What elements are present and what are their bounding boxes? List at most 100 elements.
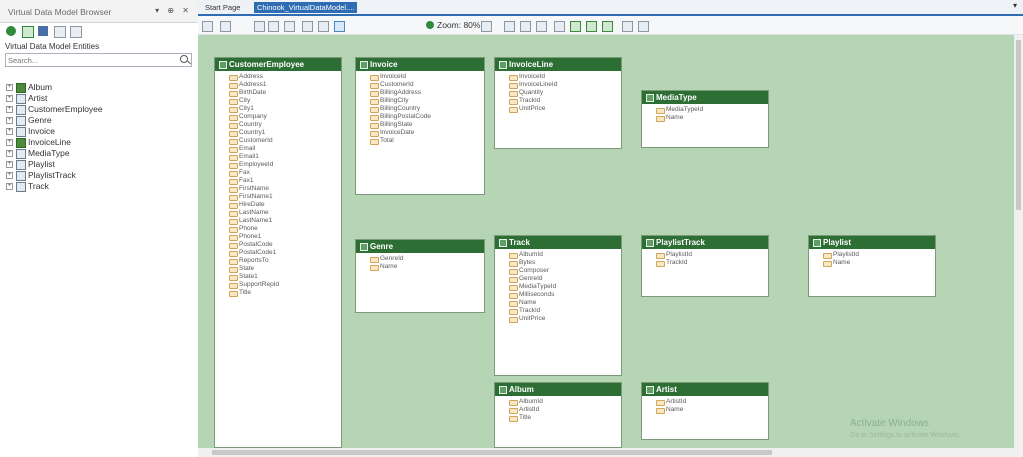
layout-icon[interactable] xyxy=(302,21,313,32)
expand-icon[interactable]: + xyxy=(6,150,13,157)
refresh-icon[interactable] xyxy=(6,26,16,36)
search-box[interactable] xyxy=(5,53,192,67)
field-item[interactable]: GenreId xyxy=(370,255,484,263)
field-item[interactable]: AlbumId xyxy=(509,251,621,259)
field-item[interactable]: Composer xyxy=(509,267,621,275)
field-item[interactable]: BillingCity xyxy=(370,97,484,105)
entity-track[interactable]: Track AlbumId Bytes Composer GenreId MediaTyp… xyxy=(494,235,622,376)
connector-icon[interactable] xyxy=(318,21,329,32)
search-icon[interactable] xyxy=(180,55,188,63)
entity-media-type[interactable]: MediaType MediaTypeId Name xyxy=(641,90,769,148)
field-item[interactable]: Phone xyxy=(229,225,341,233)
field-item[interactable]: PlaylistId xyxy=(656,251,768,259)
expand-icon[interactable]: + xyxy=(6,183,13,190)
field-item[interactable]: Name xyxy=(370,263,484,271)
show-relations-icon[interactable] xyxy=(38,26,48,36)
field-item[interactable]: FirstName xyxy=(229,185,341,193)
field-item[interactable]: City1 xyxy=(229,105,341,113)
tab-data-model[interactable]: Chinook_VirtualDataModel.... xyxy=(254,2,358,13)
tab-start-page[interactable]: Start Page xyxy=(202,2,243,13)
field-item[interactable]: UnitPrice xyxy=(509,315,621,323)
expand-icon[interactable]: + xyxy=(6,139,13,146)
field-item[interactable]: State xyxy=(229,265,341,273)
align-icon[interactable] xyxy=(520,21,531,32)
field-item[interactable]: GenreId xyxy=(509,275,621,283)
vertical-scrollbar-thumb[interactable] xyxy=(1016,40,1021,210)
zoom-level[interactable]: Zoom: 80% xyxy=(437,20,480,30)
fit-icon[interactable] xyxy=(504,21,515,32)
field-item[interactable]: InvoiceDate xyxy=(370,129,484,137)
entity-playlist[interactable]: Playlist PlaylistId Name xyxy=(808,235,936,297)
collapse-all-icon[interactable] xyxy=(70,26,82,38)
entity-header[interactable]: PlaylistTrack xyxy=(642,236,768,249)
expand-icon[interactable]: + xyxy=(6,161,13,168)
field-item[interactable]: Fax1 xyxy=(229,177,341,185)
field-item[interactable]: MediaTypeId xyxy=(656,106,768,114)
entity-genre[interactable]: Genre GenreId Name xyxy=(355,239,485,313)
expand-icon[interactable]: + xyxy=(6,128,13,135)
entity-header[interactable]: Playlist xyxy=(809,236,935,249)
field-item[interactable]: SupportRepId xyxy=(229,281,341,289)
field-item[interactable]: Name xyxy=(656,114,768,122)
zoom-dropdown-icon[interactable] xyxy=(481,21,492,32)
field-item[interactable]: Country xyxy=(229,121,341,129)
entity-header[interactable]: Invoice xyxy=(356,58,484,71)
arrange-icon[interactable] xyxy=(554,21,565,32)
field-item[interactable]: PlaylistId xyxy=(823,251,935,259)
field-item[interactable]: State1 xyxy=(229,273,341,281)
panel-window-buttons[interactable]: ▾ ⊕ ✕ xyxy=(155,6,192,15)
field-item[interactable]: FirstName1 xyxy=(229,193,341,201)
field-item[interactable]: Fax xyxy=(229,169,341,177)
field-item[interactable]: InvoiceId xyxy=(509,73,621,81)
model-canvas[interactable]: CustomerEmployee Address Address1 BirthDate… xyxy=(198,35,1014,448)
show-entities-icon[interactable] xyxy=(22,26,34,38)
entity-header[interactable]: Album xyxy=(495,383,621,396)
table-view-icon[interactable] xyxy=(602,21,613,32)
field-item[interactable]: Address1 xyxy=(229,81,341,89)
field-item[interactable]: Title xyxy=(229,289,341,297)
field-item[interactable]: Name xyxy=(509,299,621,307)
entity-playlist-track[interactable]: PlaylistTrack PlaylistId TrackId xyxy=(641,235,769,297)
entity-album[interactable]: Album AlbumId ArtistId Title xyxy=(494,382,622,448)
entity-header[interactable]: Artist xyxy=(642,383,768,396)
field-item[interactable]: Bytes xyxy=(509,259,621,267)
entity-invoice[interactable]: Invoice InvoiceId CustomerId BillingAddress… xyxy=(355,57,485,195)
copy-icon[interactable] xyxy=(268,21,279,32)
field-item[interactable]: UnitPrice xyxy=(509,105,621,113)
field-item[interactable]: EmployeeId xyxy=(229,161,341,169)
expand-all-icon[interactable] xyxy=(54,26,66,38)
expand-icon[interactable]: + xyxy=(6,172,13,179)
expand-icon[interactable]: + xyxy=(6,95,13,102)
field-item[interactable]: Email xyxy=(229,145,341,153)
field-item[interactable]: BillingPostalCode xyxy=(370,113,484,121)
field-item[interactable]: InvoiceLineId xyxy=(509,81,621,89)
entity-customer-employee[interactable]: CustomerEmployee Address Address1 BirthDate… xyxy=(214,57,342,448)
field-item[interactable]: AlbumId xyxy=(509,398,621,406)
field-item[interactable]: Name xyxy=(656,406,768,414)
field-item[interactable]: Address xyxy=(229,73,341,81)
undo-icon[interactable] xyxy=(202,21,213,32)
entity-header[interactable]: Genre xyxy=(356,240,484,253)
field-item[interactable]: CustomerId xyxy=(229,137,341,145)
field-item[interactable]: HireDate xyxy=(229,201,341,209)
entity-header[interactable]: MediaType xyxy=(642,91,768,104)
redo-icon[interactable] xyxy=(220,21,231,32)
field-item[interactable]: TrackId xyxy=(509,97,621,105)
field-item[interactable]: Title xyxy=(509,414,621,422)
field-item[interactable]: InvoiceId xyxy=(370,73,484,81)
field-item[interactable]: PostalCode xyxy=(229,241,341,249)
field-item[interactable]: Phone1 xyxy=(229,233,341,241)
expand-icon[interactable]: + xyxy=(6,84,13,91)
field-item[interactable]: MediaTypeId xyxy=(509,283,621,291)
distribute-icon[interactable] xyxy=(536,21,547,32)
print-icon[interactable] xyxy=(638,21,649,32)
field-item[interactable]: CustomerId xyxy=(370,81,484,89)
expand-icon[interactable]: + xyxy=(6,106,13,113)
field-item[interactable]: ArtistId xyxy=(656,398,768,406)
field-item[interactable]: PostalCode1 xyxy=(229,249,341,257)
field-item[interactable]: Total xyxy=(370,137,484,145)
field-item[interactable]: Company xyxy=(229,113,341,121)
field-item[interactable]: ArtistId xyxy=(509,406,621,414)
field-item[interactable]: ReportsTo xyxy=(229,257,341,265)
entity-header[interactable]: Track xyxy=(495,236,621,249)
